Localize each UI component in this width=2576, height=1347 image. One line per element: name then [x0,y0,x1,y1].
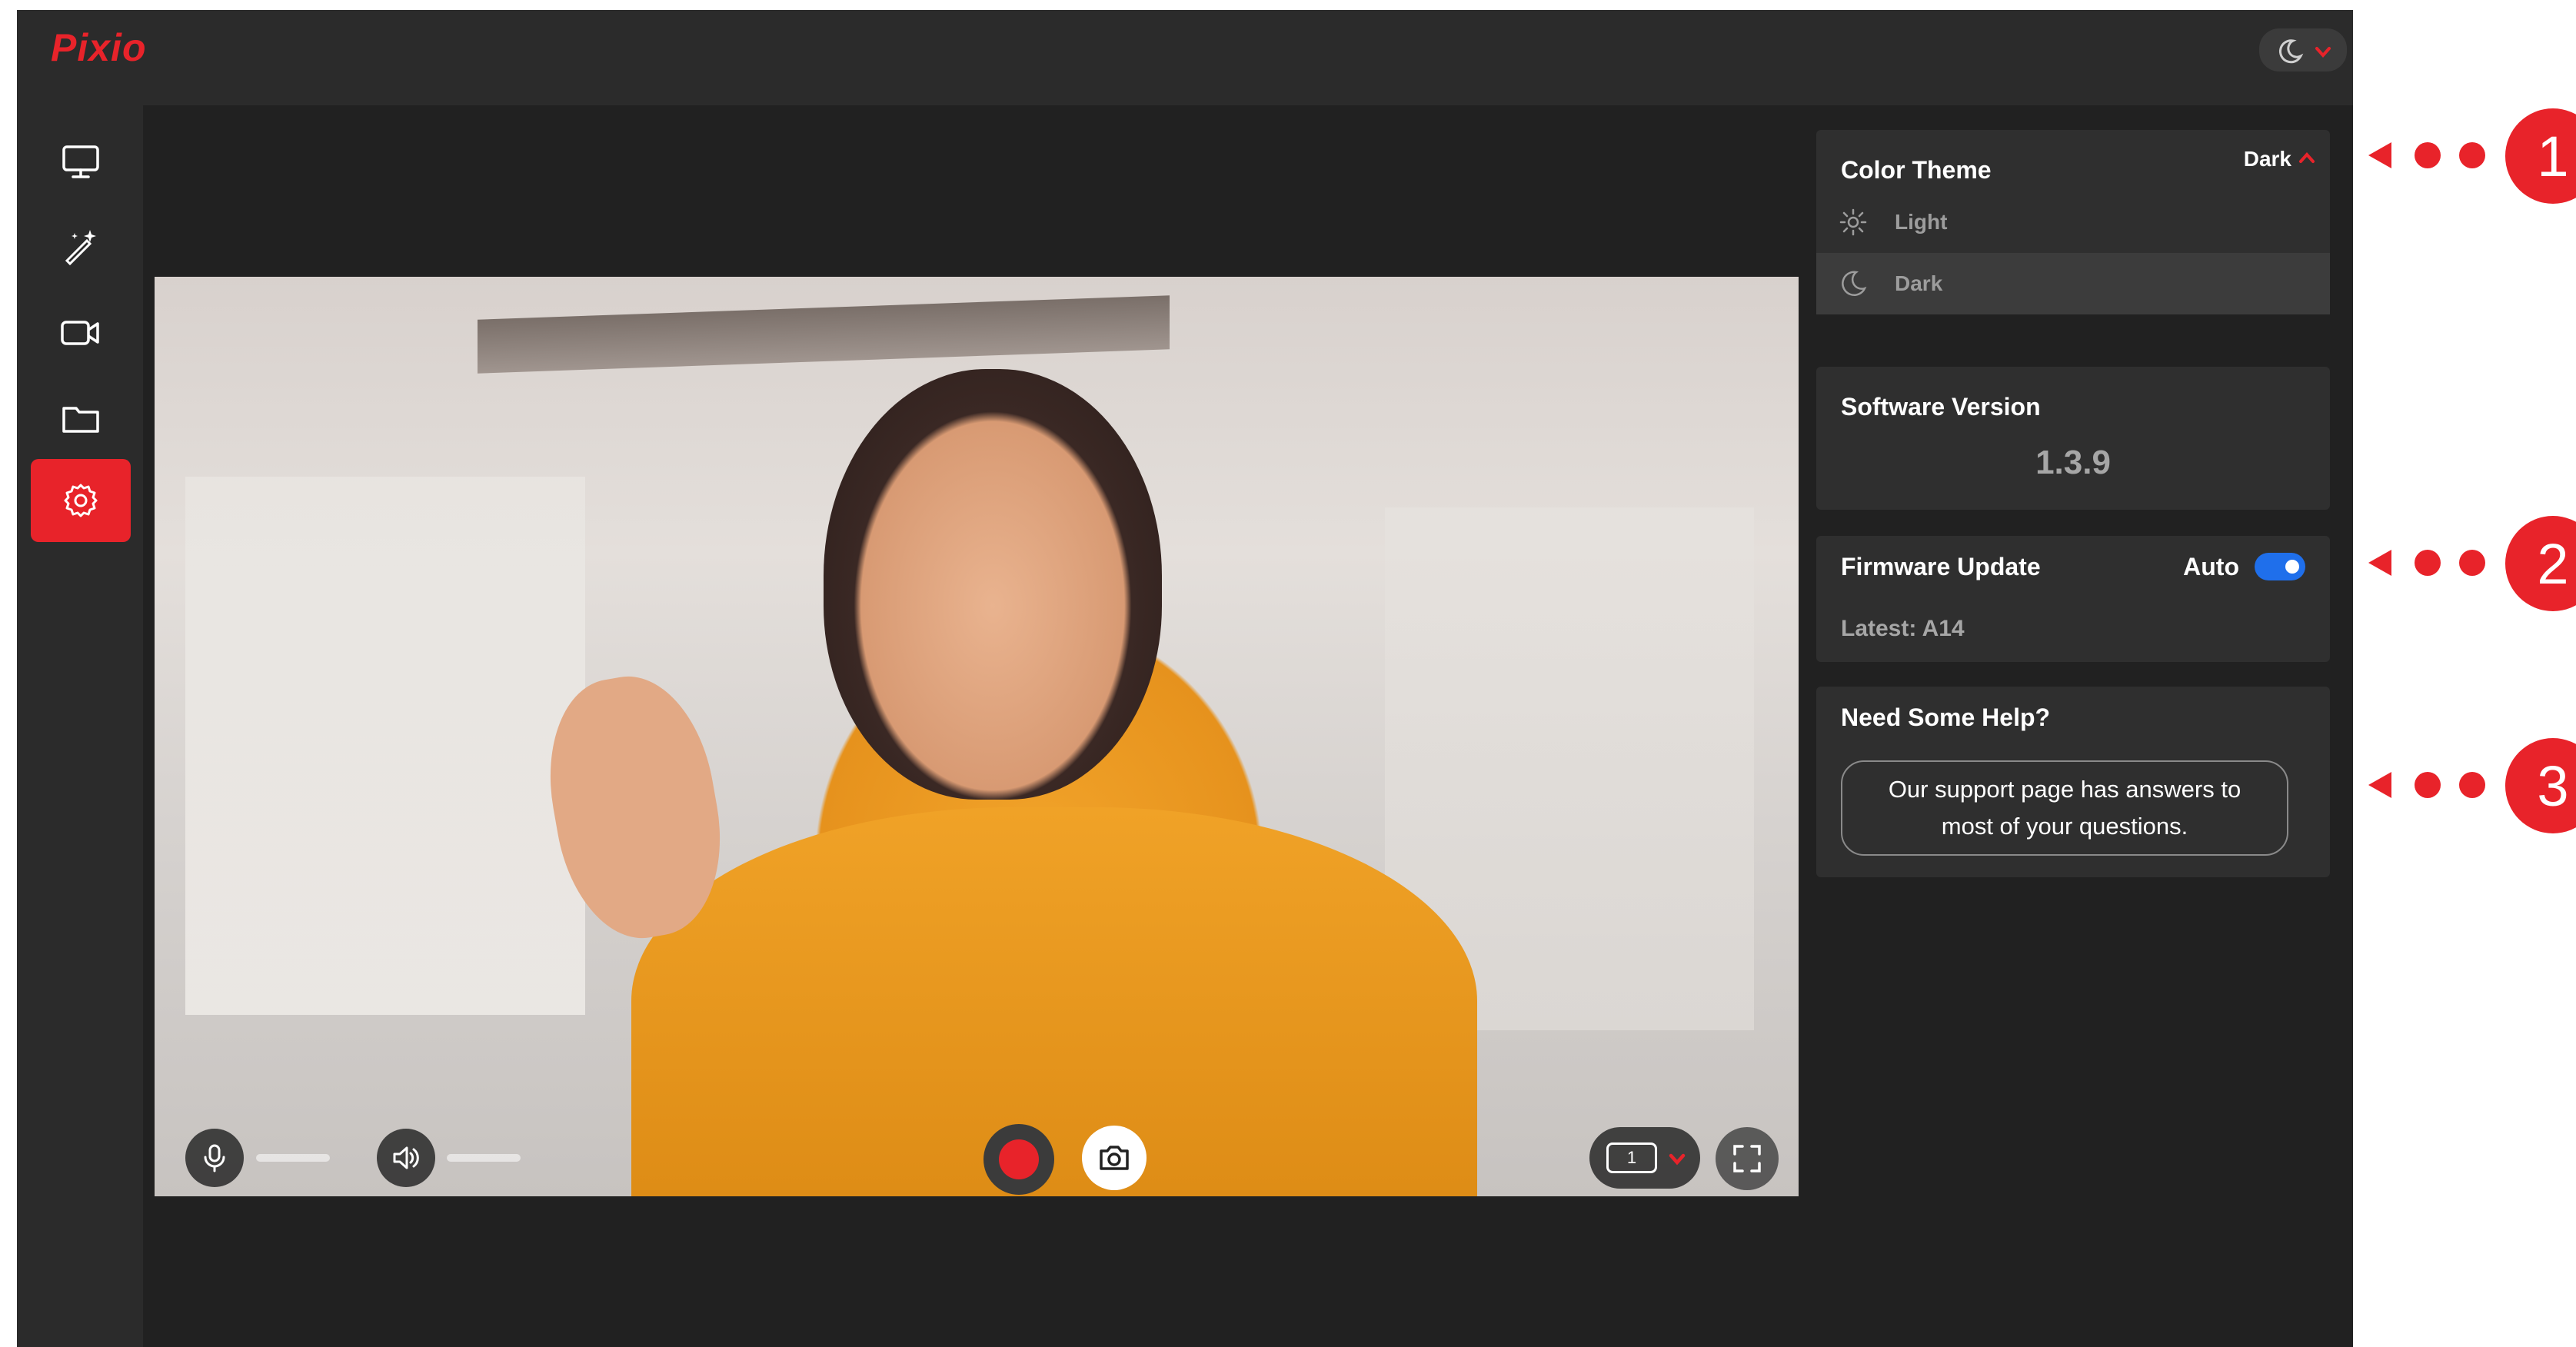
video-camera-icon [61,321,99,345]
chevron-up-icon[interactable] [2296,147,2318,168]
callout-1: 1 [2368,102,2576,210]
folder-icon [62,407,99,433]
background-window [185,477,585,1015]
color-theme-card: Color Theme Dark Light Dark [1816,130,2330,314]
top-bar: Pixio [17,10,2353,105]
moon-icon [2278,39,2304,64]
camera-preview: 1 [155,277,1799,1196]
callout-arrow [2368,550,2391,576]
gear-icon [64,484,98,517]
callout-dot [2415,142,2441,168]
speaker-icon [393,1146,419,1169]
person-head [824,369,1162,800]
sidebar-item-monitor[interactable] [31,121,131,204]
sidebar [17,105,143,1347]
theme-toggle-button[interactable] [2259,28,2347,72]
callout-dot [2459,772,2485,798]
sidebar-item-settings[interactable] [31,459,131,542]
help-title: Need Some Help? [1841,703,2051,731]
callout-2: 2 [2368,510,2576,617]
speaker-volume-slider[interactable] [447,1154,521,1162]
auto-update-label: Auto [2183,553,2239,580]
record-icon [999,1139,1039,1179]
fullscreen-icon [1733,1145,1761,1172]
callout-dot [2459,550,2485,576]
microphone-icon [204,1144,225,1172]
auto-update-toggle[interactable] [2255,553,2305,580]
callout-dot [2415,772,2441,798]
toggle-knob [2285,560,2299,574]
callout-arrow [2368,142,2391,168]
support-page-link[interactable]: Our support page has answers to most of … [1841,760,2288,856]
help-card: Need Some Help? Our support page has ans… [1816,687,2330,877]
magic-wand-icon [65,230,96,266]
color-theme-title: Color Theme [1841,156,1992,184]
sidebar-item-effects[interactable] [31,205,131,288]
callout-number: 1 [2505,108,2576,204]
layout-select-button[interactable]: 1 [1589,1127,1700,1189]
firmware-latest-version: Latest: A14 [1841,616,1965,641]
moon-icon [1842,271,1867,296]
software-version-card: Software Version 1.3.9 [1816,367,2330,510]
sidebar-item-camera[interactable] [31,291,131,374]
chevron-down-icon [1669,1153,1686,1166]
sidebar-item-folder[interactable] [31,377,131,461]
theme-option-light-label: Light [1895,210,1948,234]
speaker-button[interactable] [377,1129,435,1187]
person-body [631,807,1477,1196]
fullscreen-button[interactable] [1716,1127,1779,1190]
callout-dot [2415,550,2441,576]
layout-number: 1 [1606,1142,1657,1173]
callout-arrow [2368,772,2391,798]
record-button[interactable] [983,1124,1054,1195]
monitor-icon [62,145,99,178]
callout-number: 3 [2505,738,2576,833]
sun-icon [1839,208,1867,236]
software-version-value: 1.3.9 [2035,444,2111,481]
firmware-update-title: Firmware Update [1841,553,2041,580]
theme-option-light[interactable]: Light [1816,191,2330,253]
microphone-volume-slider[interactable] [256,1154,330,1162]
snapshot-button[interactable] [1082,1126,1147,1190]
app-window: Pixio 1 Color Theme Dark Light Dark Soft… [17,10,2353,1347]
theme-option-dark-label: Dark [1895,271,1943,295]
chevron-down-icon [2315,47,2331,58]
callout-3: 3 [2368,732,2576,840]
camera-icon [1100,1146,1129,1170]
theme-option-dark[interactable]: Dark [1816,253,2330,314]
callout-dot [2459,142,2485,168]
callout-number: 2 [2505,516,2576,611]
microphone-button[interactable] [185,1129,244,1187]
color-theme-current[interactable]: Dark [2244,147,2291,171]
firmware-update-card: Firmware Update Auto Latest: A14 [1816,536,2330,662]
background-beam [478,295,1170,374]
pixio-logo: Pixio [51,26,147,69]
software-version-title: Software Version [1841,393,2041,421]
